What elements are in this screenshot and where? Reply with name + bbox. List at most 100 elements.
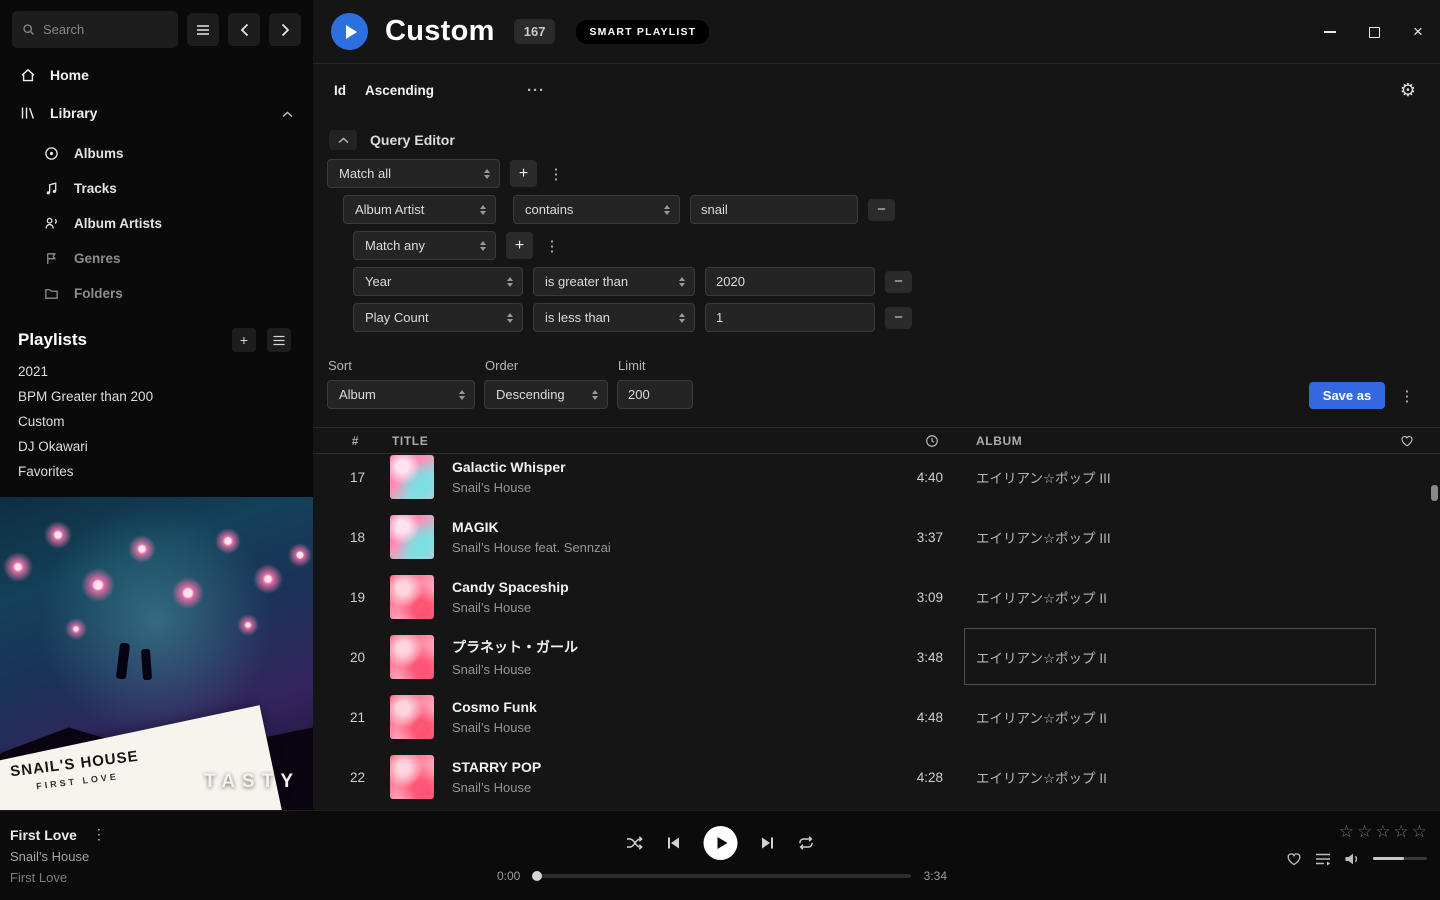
play-playlist-button[interactable] (331, 13, 368, 50)
search-box[interactable] (12, 11, 178, 48)
sidebar-item-album-artists[interactable]: Album Artists (0, 206, 313, 241)
column-header-title[interactable]: TITLE (365, 434, 861, 448)
group-match-type-select[interactable]: Match any (353, 231, 496, 260)
add-group-rule-button[interactable]: + (506, 232, 533, 259)
sidebar-item-tracks[interactable]: Tracks (0, 171, 313, 206)
scrollbar-thumb[interactable] (1431, 485, 1438, 501)
playlist-item[interactable]: 2021 (0, 359, 313, 384)
star-icon[interactable]: ☆ (1394, 822, 1409, 842)
collapse-query-editor-button[interactable] (329, 130, 357, 150)
table-row[interactable]: 19 Candy Spaceship Snail’s House 3:09 エイ… (313, 567, 1440, 627)
minus-icon: − (894, 274, 903, 289)
maximize-icon (1369, 27, 1380, 38)
album-art-thumbnail (390, 695, 434, 739)
select-value: is less than (545, 310, 610, 325)
query-editor: Query Editor Match all + ⋮ Album Artist … (313, 128, 1440, 409)
select-value: Descending (496, 387, 565, 402)
back-button[interactable] (228, 13, 260, 46)
queue-button[interactable] (1315, 852, 1331, 866)
seek-handle[interactable] (532, 871, 542, 881)
rule-value-input[interactable] (705, 267, 875, 296)
playlist-item[interactable]: Favorites (0, 459, 313, 484)
column-header-index[interactable]: # (313, 434, 365, 448)
sort-direction-control[interactable]: Ascending (365, 83, 434, 98)
star-icon[interactable]: ☆ (1339, 822, 1354, 842)
rule-field-select[interactable]: Play Count (353, 303, 523, 332)
star-icon[interactable]: ☆ (1357, 822, 1372, 842)
favorite-button[interactable] (1286, 851, 1302, 866)
table-row[interactable]: 20 プラネット・ガール Snail’s House 3:48 エイリアン☆ポッ… (313, 627, 1440, 687)
previous-button[interactable] (667, 836, 681, 850)
remove-rule-button[interactable]: − (868, 199, 895, 221)
close-button[interactable]: × (1408, 21, 1428, 43)
settings-gear-icon[interactable]: ⚙ (1400, 80, 1416, 101)
track-title: プラネット・ガール (452, 637, 578, 657)
table-row[interactable]: 21 Cosmo Funk Snail’s House 4:48 エイリアン☆ポ… (313, 687, 1440, 747)
remove-rule-button[interactable]: − (885, 271, 912, 293)
sidebar-item-genres[interactable]: Genres (0, 241, 313, 276)
search-input[interactable] (43, 22, 168, 37)
rule-operator-select[interactable]: is greater than (533, 267, 695, 296)
select-value: Match any (365, 238, 425, 253)
flag-icon (44, 251, 59, 266)
playlist-item[interactable]: BPM Greater than 200 (0, 384, 313, 409)
rule-field-select[interactable]: Album Artist (343, 195, 496, 224)
limit-input[interactable] (617, 380, 693, 409)
remove-rule-button[interactable]: − (885, 307, 912, 329)
star-icon[interactable]: ☆ (1412, 822, 1427, 842)
track-title: MAGIK (452, 519, 611, 535)
previous-icon (667, 836, 681, 850)
rule-value-input[interactable] (705, 303, 875, 332)
table-row[interactable]: 17 Galactic Whisper Snail’s House 4:40 エ… (313, 454, 1440, 507)
shuffle-button[interactable] (626, 835, 644, 851)
menu-button[interactable] (187, 13, 219, 46)
add-playlist-button[interactable]: + (232, 328, 256, 352)
playlist-item[interactable]: DJ Okawari (0, 434, 313, 459)
sidebar-item-folders[interactable]: Folders (0, 276, 313, 311)
column-header-duration[interactable] (861, 434, 945, 448)
match-type-select[interactable]: Match all (327, 159, 500, 188)
sidebar-item-albums[interactable]: Albums (0, 136, 313, 171)
star-icon[interactable]: ☆ (1375, 822, 1390, 842)
sort-field-control[interactable]: Id (334, 83, 346, 98)
track-duration: 3:48 (861, 650, 945, 665)
sidebar-item-home[interactable]: Home (0, 56, 313, 94)
repeat-button[interactable] (798, 835, 815, 851)
table-row[interactable]: 18 MAGIK Snail’s House feat. Sennzai 3:3… (313, 507, 1440, 567)
sidebar-item-library[interactable]: Library (0, 94, 313, 132)
add-rule-button[interactable]: + (510, 160, 537, 187)
volume-slider[interactable] (1373, 857, 1427, 860)
table-row[interactable]: 22 STARRY POP Snail’s House 4:28 エイリアン☆ポ… (313, 747, 1440, 807)
track-count-badge: 167 (514, 19, 556, 44)
column-header-album[interactable]: ALBUM (945, 434, 1394, 448)
next-button[interactable] (761, 836, 775, 850)
rating-stars: ☆ ☆ ☆ ☆ ☆ (1339, 822, 1427, 842)
rule-group-menu-button[interactable]: ⋮ (547, 160, 565, 187)
group-menu-button[interactable]: ⋮ (543, 232, 561, 259)
playlist-list-button[interactable] (267, 328, 291, 352)
rule-field-select[interactable]: Year (353, 267, 523, 296)
now-playing-menu-button[interactable]: ⋮ (92, 826, 106, 843)
volume-button[interactable] (1344, 852, 1360, 866)
rule-value-input[interactable] (690, 195, 858, 224)
more-options-icon[interactable]: ··· (527, 82, 545, 99)
order-select[interactable]: Descending (484, 380, 608, 409)
sort-select[interactable]: Album (327, 380, 475, 409)
column-header-favorite[interactable] (1394, 434, 1440, 447)
save-menu-button[interactable]: ⋮ (1398, 382, 1416, 409)
seek-bar[interactable] (533, 874, 910, 878)
track-album: エイリアン☆ポップ III (945, 527, 1394, 547)
track-artist: Snail’s House (452, 780, 541, 795)
rule-operator-select[interactable]: is less than (533, 303, 695, 332)
rule-operator-select[interactable]: contains (513, 195, 680, 224)
maximize-button[interactable] (1364, 21, 1384, 43)
playlist-item[interactable]: Custom (0, 409, 313, 434)
minimize-button[interactable] (1320, 21, 1340, 43)
smart-playlist-badge: SMART PLAYLIST (576, 20, 709, 44)
forward-button[interactable] (269, 13, 301, 46)
track-title: Galactic Whisper (452, 459, 566, 475)
play-pause-button[interactable] (704, 826, 738, 860)
save-as-button[interactable]: Save as (1309, 382, 1385, 409)
select-arrows-icon (679, 277, 685, 287)
progress-section: 0:00 3:34 (497, 869, 947, 883)
